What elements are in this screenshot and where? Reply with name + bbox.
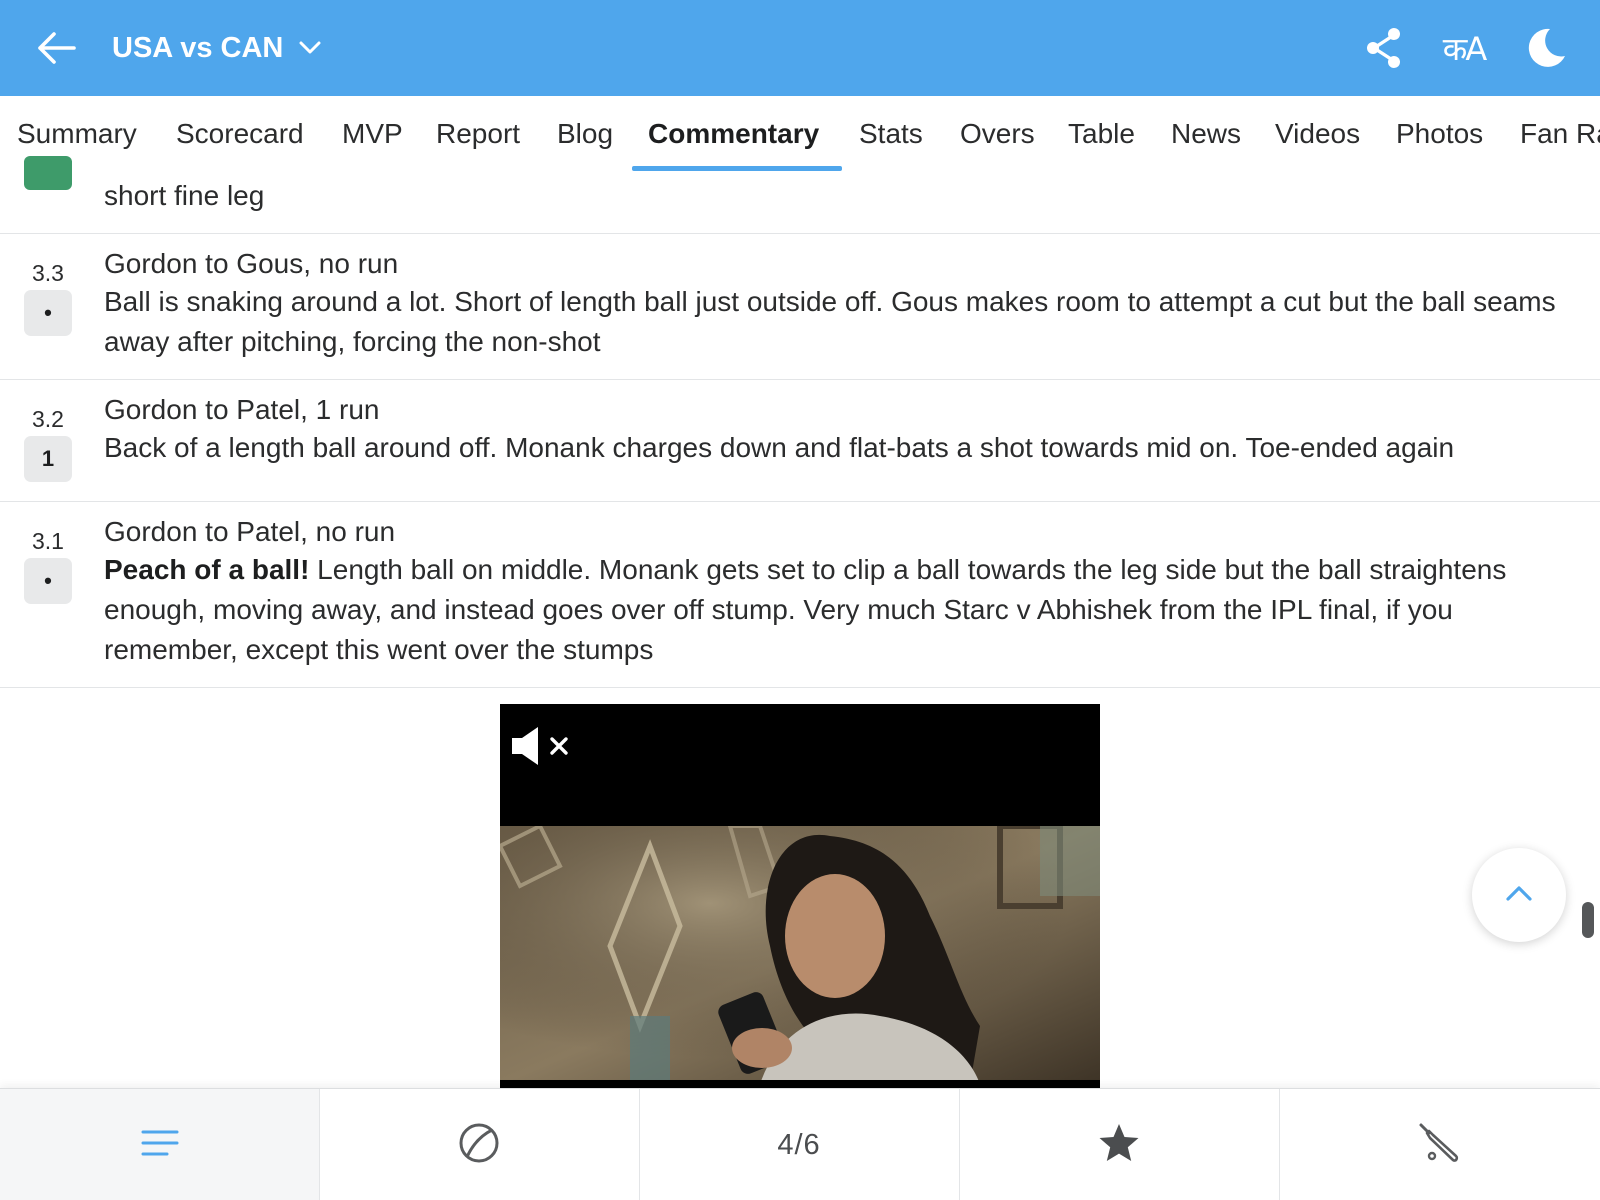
commentary-body: Back of a length ball around off. Monank… — [104, 432, 1455, 463]
nav-batting[interactable] — [1279, 1089, 1598, 1200]
commentary-item: 3.2 1 Gordon to Patel, 1 run Back of a l… — [0, 380, 1600, 502]
tab-fan-ratings[interactable]: Fan Ra — [1520, 96, 1600, 174]
over-number: 3.2 — [32, 406, 64, 432]
commentary-body: Length ball on middle. Monank gets set t… — [104, 554, 1507, 665]
nav-highlights[interactable] — [959, 1089, 1278, 1200]
menu-lines-icon — [141, 1129, 179, 1162]
speaker-muted-icon[interactable] — [510, 724, 574, 768]
scroll-to-top-button[interactable] — [1472, 848, 1566, 942]
language-label: कA — [1442, 29, 1487, 68]
tab-mvp[interactable]: MVP — [342, 96, 403, 174]
commentary-text: Ball is snaking around a lot. Short of l… — [104, 282, 1574, 362]
tab-overs[interactable]: Overs — [960, 96, 1035, 174]
run-badge: • — [24, 558, 72, 604]
tab-photos[interactable]: Photos — [1396, 96, 1483, 174]
share-icon[interactable] — [1360, 22, 1408, 74]
video-frame-image — [500, 826, 1100, 1084]
commentary-text: Back of a length ball around off. Monank… — [104, 428, 1574, 468]
back-arrow-icon[interactable] — [26, 24, 86, 72]
commentary-item: 3.3 • Gordon to Gous, no run Ball is sna… — [0, 234, 1600, 380]
ball-title: Gordon to Patel, no run — [104, 516, 396, 547]
tab-bar: Summary Scorecard MVP Report Blog Commen… — [0, 96, 1600, 174]
nav-ball-by-ball[interactable] — [319, 1089, 638, 1200]
language-switch-button[interactable]: कA — [1432, 22, 1496, 74]
match-title: USA vs CAN — [112, 31, 284, 64]
run-badge: • — [24, 290, 72, 336]
tab-table[interactable]: Table — [1068, 96, 1135, 174]
commentary-highlight: Peach of a ball! — [104, 554, 310, 585]
active-tab-indicator — [632, 166, 842, 171]
commentary-item: 3.1 • Gordon to Patel, no run Peach of a… — [0, 502, 1600, 688]
tab-blog[interactable]: Blog — [557, 96, 613, 174]
commentary-item: short fine leg — [0, 156, 1600, 234]
over-number: 3.1 — [32, 528, 64, 554]
tab-scorecard[interactable]: Scorecard — [176, 96, 304, 174]
video-ad[interactable] — [500, 704, 1100, 1088]
chevron-down-icon — [299, 41, 321, 55]
nav-commentary[interactable] — [0, 1089, 319, 1200]
cricket-bat-icon — [1418, 1122, 1460, 1169]
commentary-body: Ball is snaking around a lot. Short of l… — [104, 286, 1556, 357]
tab-stats[interactable]: Stats — [859, 96, 923, 174]
tab-report[interactable]: Report — [436, 96, 520, 174]
nav-boundaries[interactable]: 4/6 — [639, 1089, 958, 1200]
run-badge: 1 — [24, 436, 72, 482]
ball-title: Gordon to Patel, 1 run — [104, 394, 380, 425]
boundary-badge — [24, 156, 72, 190]
over-number: 3.3 — [32, 260, 64, 286]
ball-title: Gordon to Gous, no run — [104, 248, 399, 279]
tab-videos[interactable]: Videos — [1275, 96, 1360, 174]
match-selector[interactable]: USA vs CAN — [112, 28, 321, 68]
commentary-text: Peach of a ball! Length ball on middle. … — [104, 550, 1574, 670]
boundaries-label: 4/6 — [777, 1128, 821, 1161]
commentary-text: short fine leg — [104, 180, 265, 211]
chevron-up-icon — [1505, 884, 1533, 907]
star-icon — [1098, 1123, 1140, 1168]
app-header: USA vs CAN कA — [0, 0, 1600, 96]
scrollbar-thumb[interactable] — [1582, 902, 1594, 938]
moon-icon[interactable] — [1520, 22, 1572, 74]
cricket-ball-icon — [458, 1122, 500, 1169]
tab-news[interactable]: News — [1171, 96, 1241, 174]
tab-commentary[interactable]: Commentary — [648, 96, 819, 174]
bottom-nav: 4/6 — [0, 1088, 1600, 1200]
